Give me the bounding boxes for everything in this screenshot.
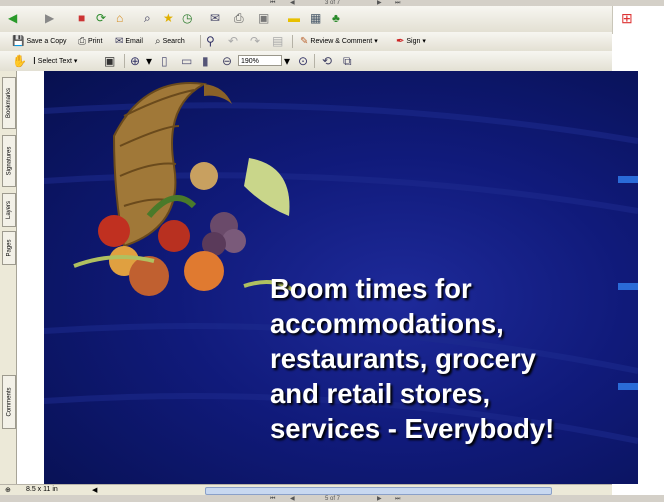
page-size-label: 8.5 x 11 in (26, 486, 58, 493)
tools-toolbar: ✋ I Select Text ▾ ▣ ⊕ ▾ ▯ ▭ ▮ ⊖ 190% ▾ ⊙… (0, 51, 612, 72)
first-page-icon[interactable]: ⏮ (270, 496, 275, 502)
windows-logo-icon: ⊞ (621, 10, 633, 26)
tab-layers-label: Layers (6, 200, 13, 220)
back-icon[interactable]: ◀ (8, 12, 17, 24)
undo-icon[interactable]: ↶ (228, 35, 238, 47)
messenger-icon[interactable]: ▦ (310, 12, 321, 24)
select-text-label: Select Text (37, 57, 72, 65)
rotate-view-icon[interactable]: ⟲ (322, 55, 332, 67)
zoom-target-icon[interactable]: ⊙ (298, 55, 308, 67)
fit-page-icon[interactable]: ▭ (181, 55, 192, 67)
actual-size-icon[interactable]: ▯ (161, 55, 168, 67)
horizontal-scrollbar[interactable] (205, 487, 552, 495)
clipboard-icon[interactable]: ▤ (272, 35, 283, 47)
prev-page-icon[interactable]: ◀ (290, 496, 295, 502)
divider (314, 54, 315, 68)
windows-corner: ⊞ (612, 6, 664, 34)
chevron-down-icon: ▾ (73, 58, 78, 65)
slide-line: restaurants, grocery (270, 343, 536, 374)
zoom-in-icon[interactable]: ⊕ (130, 55, 140, 67)
tab-layers[interactable]: Layers (2, 193, 16, 227)
last-page-icon[interactable]: ⏭ (395, 496, 400, 502)
folder-icon[interactable]: ▬ (288, 12, 300, 24)
slide-line: services - Everybody! (270, 413, 555, 444)
snapshot-icon[interactable]: ▣ (104, 55, 115, 67)
bottom-page-display: 5 of 7 (325, 496, 341, 502)
tab-pages[interactable]: Pages (2, 231, 16, 265)
divider (124, 54, 125, 68)
print-icon[interactable]: ⎙ (234, 12, 244, 24)
hand-tool-icon[interactable]: ✋ (12, 55, 27, 67)
slide-headline: Boom times for accommodations, restauran… (270, 271, 554, 446)
attach-icon[interactable]: ⚲ (206, 35, 215, 47)
print-label: Print (88, 37, 103, 45)
zoom-level-input[interactable]: 190% (238, 55, 282, 66)
review-label: Review & Comment (310, 37, 373, 45)
history-icon[interactable]: ◷ (182, 12, 192, 24)
stop-icon[interactable]: ■ (78, 12, 85, 24)
favorites-icon[interactable]: ★ (163, 12, 174, 24)
home-icon[interactable]: ⌂ (116, 12, 123, 24)
chevron-down-icon[interactable]: ▾ (284, 55, 290, 67)
divider (200, 35, 201, 48)
save-icon: 💾 (12, 35, 25, 47)
chevron-down-icon: ▾ (374, 38, 378, 45)
zoom-out-icon[interactable]: ⊖ (222, 55, 232, 67)
mail-icon[interactable]: ✉ (210, 12, 220, 24)
pen-icon: ✒ (396, 35, 405, 47)
binoculars-icon: ⌕ (155, 35, 161, 47)
printer-icon: ⎙ (78, 35, 86, 47)
page-layout-icon[interactable]: ⧉ (343, 55, 352, 67)
accent-stripe (618, 383, 638, 390)
people-icon[interactable]: ♣ (332, 12, 340, 24)
fit-width-icon[interactable]: ▮ (202, 55, 209, 67)
tab-pages-label: Pages (6, 239, 13, 257)
status-icon: ⊕ (5, 487, 11, 494)
redo-icon[interactable]: ↷ (250, 35, 260, 47)
acrobat-toolbar: 💾 Save a Copy ⎙ Print ✉ Email ⌕ Search ⚲… (0, 32, 612, 52)
refresh-icon[interactable]: ⟳ (96, 12, 106, 24)
tab-comments-label: Comments (6, 387, 13, 417)
tab-comments[interactable]: Comments (2, 375, 16, 429)
chevron-down-icon[interactable]: ▾ (146, 55, 152, 67)
search-icon[interactable]: ⌕ (144, 12, 151, 24)
tab-bookmarks[interactable]: Bookmarks (2, 77, 16, 129)
accent-stripe (618, 283, 638, 290)
bottom-nav-strip: ⏮ ◀ 5 of 7 ▶ ⏭ (0, 495, 664, 502)
slide-line: and retail stores, (270, 378, 491, 409)
slide-line: Boom times for (270, 273, 472, 304)
email-label: Email (125, 37, 143, 45)
email-button[interactable]: ✉ Email (115, 34, 143, 48)
print-button[interactable]: ⎙ Print (78, 34, 102, 48)
email-icon: ✉ (115, 35, 124, 47)
search-label: Search (162, 37, 185, 45)
chevron-down-icon: ▾ (422, 38, 426, 45)
scroll-left-icon[interactable]: ◀ (92, 486, 97, 494)
save-copy-label: Save a Copy (26, 37, 67, 45)
slide-page: Boom times for accommodations, restauran… (44, 71, 638, 484)
edit-icon[interactable]: ▣ (258, 12, 269, 24)
sign-label: Sign (406, 37, 421, 45)
forward-icon[interactable]: ▶ (45, 12, 54, 24)
tab-signatures[interactable]: Signatures (2, 135, 16, 187)
save-copy-button[interactable]: 💾 Save a Copy (12, 34, 67, 48)
tab-bookmarks-label: Bookmarks (6, 87, 13, 119)
review-icon: ✎ (300, 35, 309, 47)
search-button[interactable]: ⌕ Search (155, 34, 185, 48)
sign-button[interactable]: ✒ Sign ▾ (396, 34, 426, 48)
navigation-tabs-panel: Bookmarks Signatures Layers Pages Commen… (0, 71, 17, 484)
main-toolbar: ◀ ▶ ■ ⟳ ⌂ ⌕ ★ ◷ ✉ ⎙ ▣ ▬ ▦ ♣ (0, 6, 612, 33)
text-cursor-icon: I (33, 55, 36, 67)
review-comment-button[interactable]: ✎ Review & Comment ▾ (300, 34, 378, 48)
slide-line: accommodations, (270, 308, 504, 339)
select-text-button[interactable]: I Select Text ▾ (33, 54, 77, 68)
next-page-icon[interactable]: ▶ (377, 496, 382, 502)
tab-signatures-label: Signatures (6, 146, 12, 176)
divider (292, 35, 293, 48)
accent-stripe (618, 176, 638, 183)
